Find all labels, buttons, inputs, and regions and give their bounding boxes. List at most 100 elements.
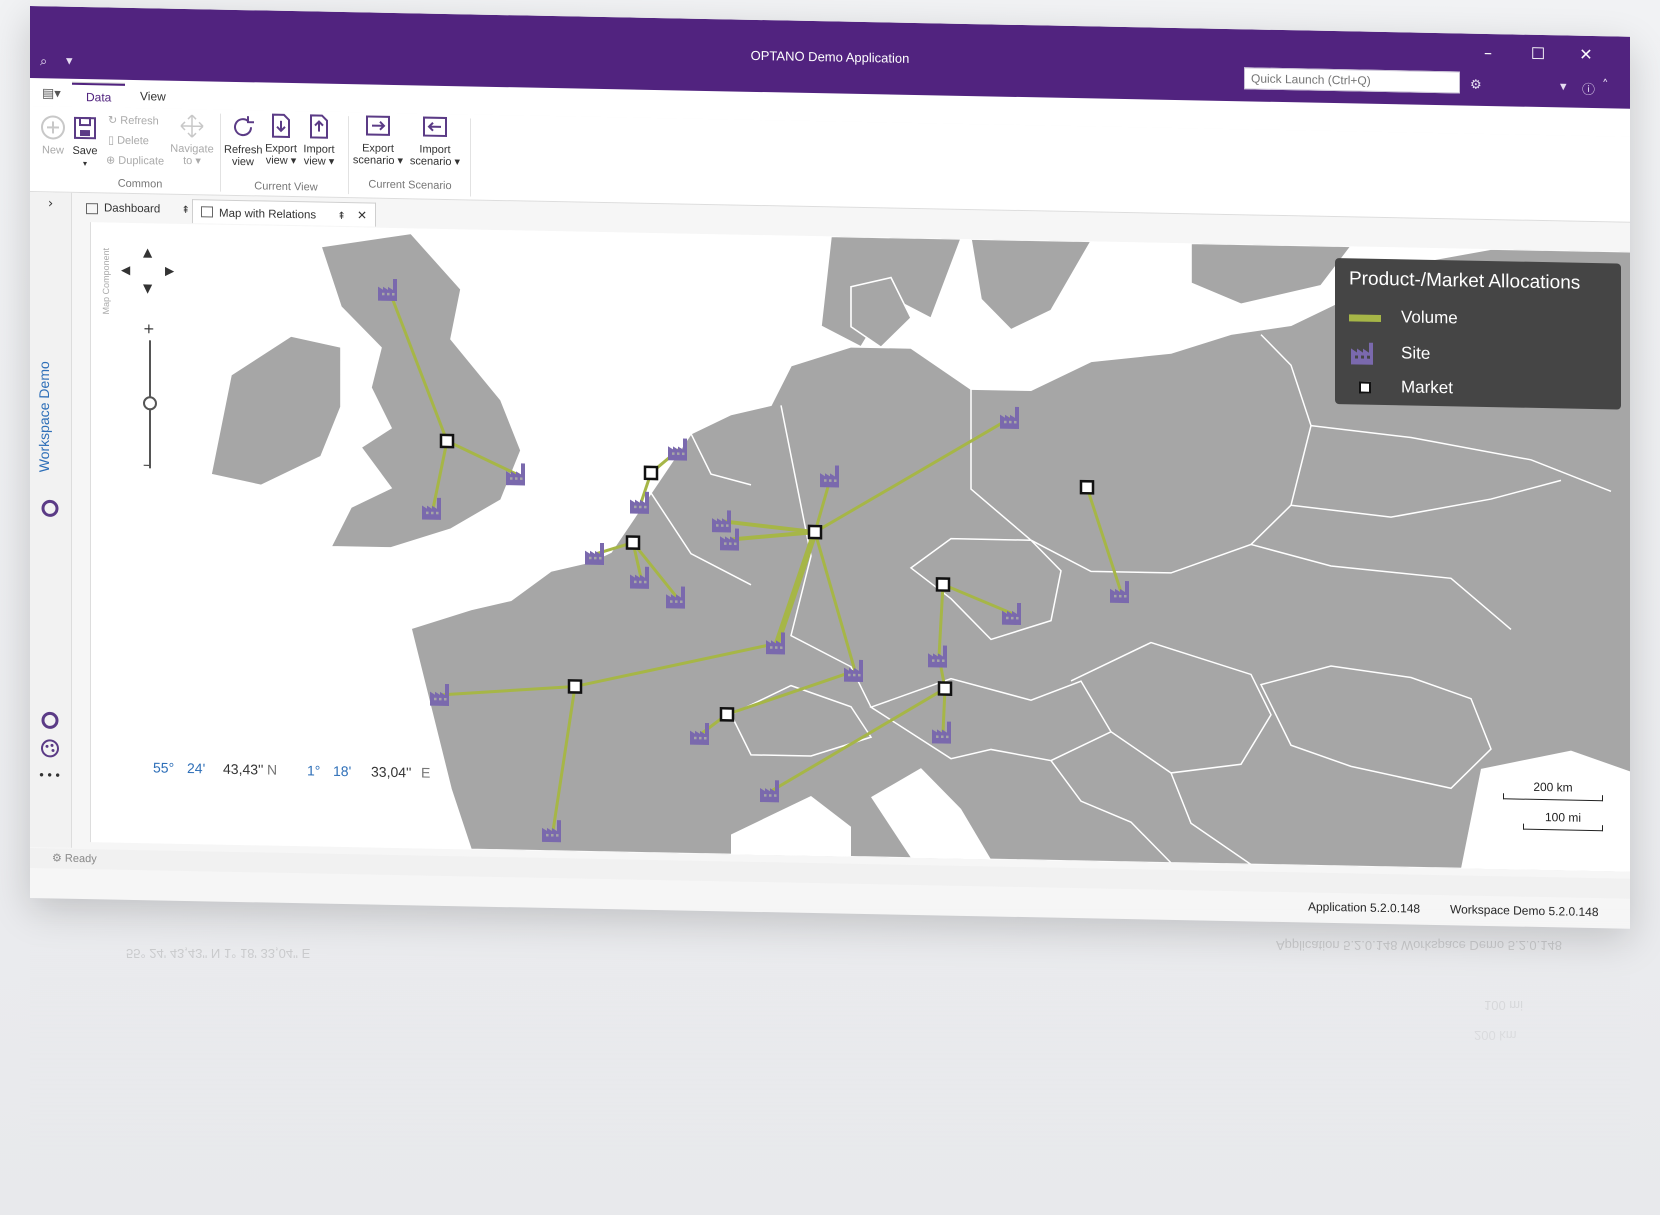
market-marker[interactable] bbox=[439, 433, 455, 449]
tab-data[interactable]: Data bbox=[72, 82, 126, 110]
delete-button[interactable]: ▯ Delete bbox=[108, 133, 149, 147]
lat-minutes: 24' bbox=[187, 760, 206, 777]
close-icon[interactable]: ✕ bbox=[1562, 41, 1610, 70]
export-scenario-button[interactable]: Export scenario ▾ bbox=[352, 112, 404, 167]
lat-hemisphere: N bbox=[267, 761, 278, 778]
tab-map-with-relations[interactable]: Map with Relations ⇞ ✕ bbox=[192, 199, 377, 227]
export-icon bbox=[272, 113, 290, 138]
factory-shape bbox=[585, 542, 604, 566]
factory-window bbox=[1114, 594, 1117, 598]
factory-window bbox=[848, 673, 851, 677]
quick-access-dropdown-icon[interactable]: ▾ bbox=[66, 54, 73, 69]
lat-seconds: 43,43'' bbox=[223, 760, 264, 778]
palette-icon[interactable] bbox=[40, 738, 60, 758]
dashboard-icon bbox=[86, 203, 98, 215]
export-view-label-2: view bbox=[265, 154, 288, 167]
workspace-label[interactable]: Workspace Demo bbox=[36, 361, 52, 472]
screenshot-stage: ⌕ ▾ OPTANO Demo Application – ☐ ✕ ⚙ ▾ ⓘ … bbox=[0, 0, 1660, 1215]
legend-site-label: Site bbox=[1401, 343, 1431, 363]
quick-launch-input[interactable] bbox=[1244, 67, 1460, 94]
factory-window bbox=[680, 600, 683, 604]
factory-window bbox=[639, 505, 642, 509]
factory-window bbox=[594, 556, 597, 560]
more-icon[interactable]: ••• bbox=[38, 768, 62, 782]
refresh-view-button[interactable]: Refresh view bbox=[224, 114, 263, 169]
app-menu-icon[interactable]: ▤▾ bbox=[42, 86, 61, 101]
site-factory-icon[interactable] bbox=[585, 542, 604, 566]
land-great-britain bbox=[319, 232, 522, 549]
pan-down-icon[interactable]: ▼ bbox=[143, 281, 152, 295]
expand-chevron-icon[interactable]: › bbox=[48, 196, 53, 211]
factory-window bbox=[1004, 420, 1007, 424]
factory-shape bbox=[668, 438, 687, 461]
factory-window bbox=[770, 646, 773, 649]
pin-icon[interactable]: ⇞ bbox=[337, 211, 345, 222]
market-marker[interactable] bbox=[643, 465, 659, 481]
import-view-button[interactable]: Import view ▾ bbox=[300, 113, 338, 168]
pin-icon[interactable]: ⇞ bbox=[181, 205, 189, 216]
duplicate-button[interactable]: ⊕ Duplicate bbox=[106, 153, 164, 167]
export-view-button[interactable]: Export view ▾ bbox=[262, 112, 300, 167]
import-scenario-button[interactable]: Import scenario ▾ bbox=[408, 113, 462, 168]
pan-left-icon[interactable]: ◀ bbox=[121, 263, 130, 277]
user-settings-icon[interactable]: ⚙ bbox=[1470, 78, 1482, 93]
navigate-to-button[interactable]: Navigate to ▾ bbox=[170, 113, 214, 168]
new-button[interactable]: New bbox=[36, 114, 70, 157]
site-factory-icon[interactable] bbox=[668, 438, 687, 461]
factory-window bbox=[556, 834, 559, 837]
import-scenario-icon bbox=[423, 116, 447, 138]
factory-window bbox=[670, 600, 673, 603]
factory-window bbox=[1011, 616, 1014, 620]
minimize-icon[interactable]: – bbox=[1464, 40, 1512, 69]
factory-window bbox=[721, 524, 724, 527]
zoom-slider-thumb[interactable] bbox=[143, 396, 157, 411]
tab-view[interactable]: View bbox=[126, 84, 180, 111]
market-marker[interactable] bbox=[719, 706, 735, 722]
market-marker[interactable] bbox=[1079, 479, 1095, 495]
options-dropdown-icon[interactable]: ▾ bbox=[1560, 79, 1567, 94]
save-button[interactable]: Save ▾ bbox=[68, 115, 102, 171]
close-tab-icon[interactable]: ✕ bbox=[357, 208, 367, 222]
import-scenario-label-2: scenario bbox=[409, 155, 452, 169]
factory-window bbox=[774, 794, 777, 797]
factory-window bbox=[941, 735, 944, 739]
site-factory-icon[interactable] bbox=[630, 491, 649, 514]
market-marker[interactable] bbox=[937, 681, 953, 696]
factory-window bbox=[942, 659, 945, 663]
factory-window bbox=[716, 524, 719, 527]
import-scenario-label-1: Import bbox=[419, 143, 451, 157]
factory-window bbox=[1119, 594, 1122, 598]
navigate-label-2: to bbox=[183, 154, 193, 168]
lon-degrees: 1° bbox=[307, 762, 321, 779]
market-marker[interactable] bbox=[625, 535, 641, 550]
factory-window bbox=[824, 479, 827, 482]
move-arrows-icon bbox=[180, 114, 204, 138]
zoom-in-icon[interactable]: + bbox=[143, 321, 155, 337]
collapse-ribbon-icon[interactable]: ˄ bbox=[1602, 78, 1609, 93]
delete-label: Delete bbox=[117, 134, 149, 148]
factory-window bbox=[694, 736, 697, 740]
factory-window bbox=[382, 292, 385, 296]
factory-window bbox=[439, 697, 442, 701]
refresh-small-button[interactable]: ↻ Refresh bbox=[108, 113, 159, 127]
factory-window bbox=[515, 477, 518, 480]
market-marker[interactable] bbox=[935, 577, 951, 592]
land-ireland bbox=[210, 335, 342, 487]
market-marker[interactable] bbox=[567, 679, 583, 694]
pan-up-icon[interactable]: ▲ bbox=[143, 245, 152, 259]
pan-right-icon[interactable]: ▶ bbox=[165, 264, 174, 278]
workspace-ring-icon[interactable] bbox=[40, 710, 60, 730]
maximize-icon[interactable]: ☐ bbox=[1514, 40, 1562, 69]
factory-window bbox=[937, 659, 940, 662]
search-icon[interactable]: ⌕ bbox=[40, 54, 47, 69]
ribbon-separator bbox=[348, 116, 349, 195]
status-text: Ready bbox=[64, 852, 97, 866]
legend-volume-label: Volume bbox=[1401, 307, 1458, 328]
market-marker[interactable] bbox=[807, 524, 823, 540]
factory-window bbox=[834, 479, 837, 482]
info-icon[interactable]: ⓘ bbox=[1582, 79, 1595, 98]
tab-dashboard[interactable]: Dashboard ⇞ bbox=[78, 197, 198, 223]
zoom-out-icon[interactable]: – bbox=[143, 457, 150, 473]
map-view[interactable]: ▲ ◀ ▶ ▼ + – Map Component Product-/Marke… bbox=[90, 222, 1630, 872]
save-label: Save bbox=[72, 144, 98, 158]
